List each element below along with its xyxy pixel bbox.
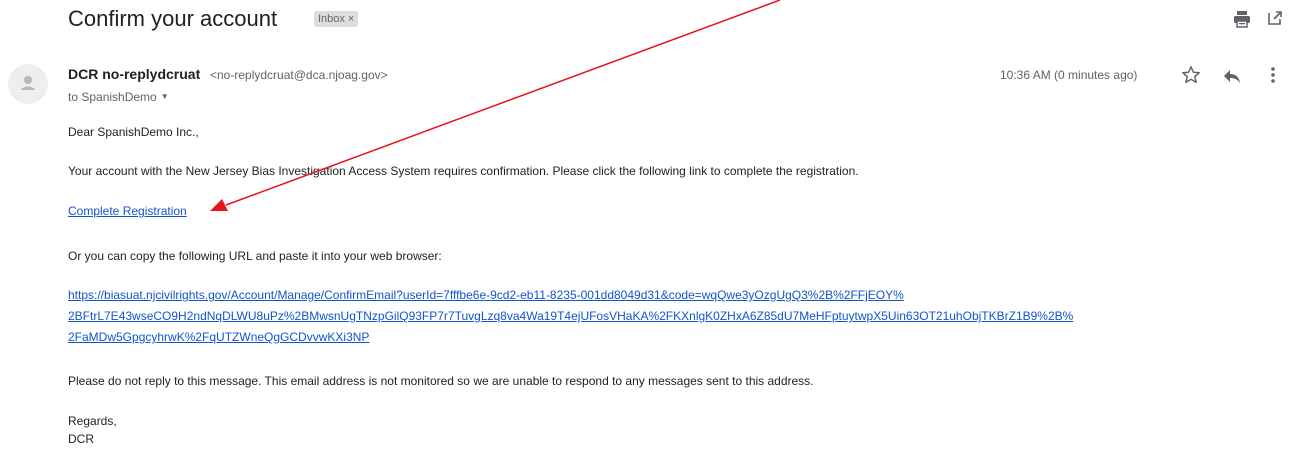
inbox-label-text: Inbox bbox=[318, 13, 345, 25]
sender-email: <no-replydcruat@dca.njoag.gov> bbox=[210, 68, 388, 82]
recipient-details-toggle[interactable]: to SpanishDemo ▼ bbox=[68, 90, 169, 104]
email-regards: Regards, bbox=[68, 414, 117, 428]
print-icon[interactable] bbox=[1233, 10, 1251, 28]
email-greeting: Dear SpanishDemo Inc., bbox=[68, 125, 199, 139]
email-paragraph-copy-url: Or you can copy the following URL and pa… bbox=[68, 249, 442, 263]
sender-avatar bbox=[8, 64, 48, 104]
email-paragraph-confirmation: Your account with the New Jersey Bias In… bbox=[68, 164, 859, 178]
confirmation-url-link-line-3[interactable]: 2FaMDw5GpgcyhrwK%2FqUTZWneQgGCDvvwKXi3NP bbox=[68, 330, 369, 345]
person-avatar-icon bbox=[21, 76, 35, 90]
reply-icon[interactable] bbox=[1222, 66, 1242, 86]
confirmation-url-text-2[interactable]: 2BFtrL7E43wseCO9H2ndNqDLWU8uPz%2BMwsnUgT… bbox=[68, 309, 1073, 323]
remove-label-button[interactable]: × bbox=[348, 13, 354, 25]
sender-name: DCR no-replydcruat bbox=[68, 66, 201, 82]
confirmation-url-text-1[interactable]: https://biasuat.njcivilrights.gov/Accoun… bbox=[68, 288, 904, 302]
email-timestamp: 10:36 AM (0 minutes ago) bbox=[1000, 68, 1138, 82]
confirmation-url-text-3[interactable]: 2FaMDw5GpgcyhrwK%2FqUTZWneQgGCDvvwKXi3NP bbox=[68, 330, 369, 344]
chevron-down-icon[interactable]: ▼ bbox=[161, 92, 169, 101]
open-in-new-window-icon[interactable] bbox=[1267, 10, 1283, 26]
recipient-text: to SpanishDemo bbox=[68, 90, 157, 104]
email-paragraph-no-reply: Please do not reply to this message. Thi… bbox=[68, 374, 814, 388]
star-icon[interactable] bbox=[1180, 64, 1202, 86]
more-vertical-icon[interactable] bbox=[1268, 64, 1278, 86]
inbox-label-chip[interactable]: Inbox × bbox=[314, 11, 359, 27]
confirmation-url-link-line-2[interactable]: 2BFtrL7E43wseCO9H2ndNqDLWU8uPz%2BMwsnUgT… bbox=[68, 309, 1073, 324]
confirmation-url-link-line-1[interactable]: https://biasuat.njcivilrights.gov/Accoun… bbox=[68, 288, 904, 303]
complete-registration-link-row: Complete Registration bbox=[68, 204, 187, 219]
email-signature: DCR bbox=[68, 432, 94, 446]
email-subject: Confirm your account bbox=[68, 6, 278, 31]
complete-registration-link[interactable]: Complete Registration bbox=[68, 204, 187, 218]
